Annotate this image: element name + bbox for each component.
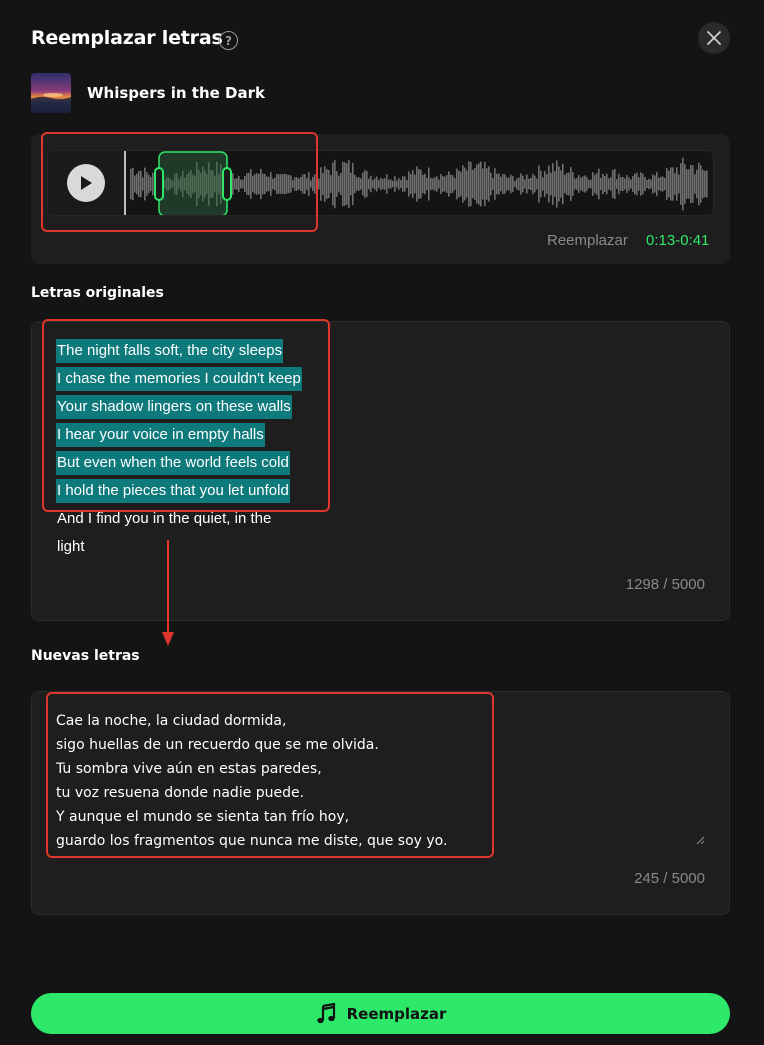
- help-icon[interactable]: ?: [219, 31, 238, 50]
- lyric-line: And I find you in the quiet, in the: [57, 510, 272, 527]
- replace-lyrics-dialog: Reemplazar letras ? Whispers in the Dark: [0, 0, 764, 1045]
- play-button[interactable]: [67, 164, 105, 202]
- new-lyric-line: sigo huellas de un recuerdo que se me ol…: [56, 737, 379, 753]
- close-icon: [707, 31, 721, 45]
- waveform: [48, 151, 708, 215]
- lyric-line: I hold the pieces that you let unfold: [56, 479, 290, 503]
- lyric-line: I hear your voice in empty halls: [56, 423, 265, 447]
- music-notes-icon: [316, 1002, 335, 1023]
- song-cover-image: [31, 73, 71, 113]
- song-title: Whispers in the Dark: [87, 84, 265, 102]
- original-char-counter: 1298 / 5000: [625, 576, 705, 593]
- new-lyrics-text: Cae la noche, la ciudad dormida, sigo hu…: [56, 709, 696, 853]
- lyric-line: I chase the memories I couldn't keep: [56, 367, 302, 391]
- new-lyric-line: Tu sombra vive aún en estas paredes,: [56, 761, 322, 777]
- new-char-counter: 245 / 5000: [634, 870, 705, 887]
- audio-segment-panel: Reemplazar 0:13-0:41: [31, 134, 730, 264]
- play-icon: [81, 176, 92, 190]
- new-lyric-line: tu voz resuena donde nadie puede.: [56, 785, 305, 801]
- annotation-arrow: [162, 540, 174, 646]
- new-lyrics-label: Nuevas letras: [31, 648, 140, 664]
- new-lyric-line: Cae la noche, la ciudad dormida,: [56, 713, 287, 729]
- lyric-line: Your shadow lingers on these walls: [56, 395, 292, 419]
- lyric-line: The night falls soft, the city sleeps: [56, 339, 284, 363]
- lyric-line: light: [57, 538, 85, 555]
- new-lyric-line: guardo los fragmentos que nunca me diste…: [56, 833, 448, 849]
- close-button[interactable]: [698, 22, 730, 54]
- replace-range-label: Reemplazar: [547, 232, 628, 249]
- lyric-line: But even when the world feels cold: [56, 451, 290, 475]
- new-lyrics-textarea[interactable]: Cae la noche, la ciudad dormida, sigo hu…: [31, 691, 730, 915]
- waveform-track[interactable]: [47, 150, 714, 216]
- replace-button-label: Reemplazar: [346, 1004, 447, 1023]
- new-lyric-line: Y aunque el mundo se sienta tan frío hoy…: [56, 809, 350, 825]
- original-lyrics-label: Letras originales: [31, 285, 164, 301]
- original-lyrics-box[interactable]: The night falls soft, the city sleeps I …: [31, 321, 730, 621]
- dialog-title: Reemplazar letras: [31, 27, 223, 49]
- resize-grip-icon[interactable]: [695, 835, 705, 845]
- replace-button[interactable]: Reemplazar: [31, 993, 730, 1034]
- replace-range-value: 0:13-0:41: [646, 232, 710, 249]
